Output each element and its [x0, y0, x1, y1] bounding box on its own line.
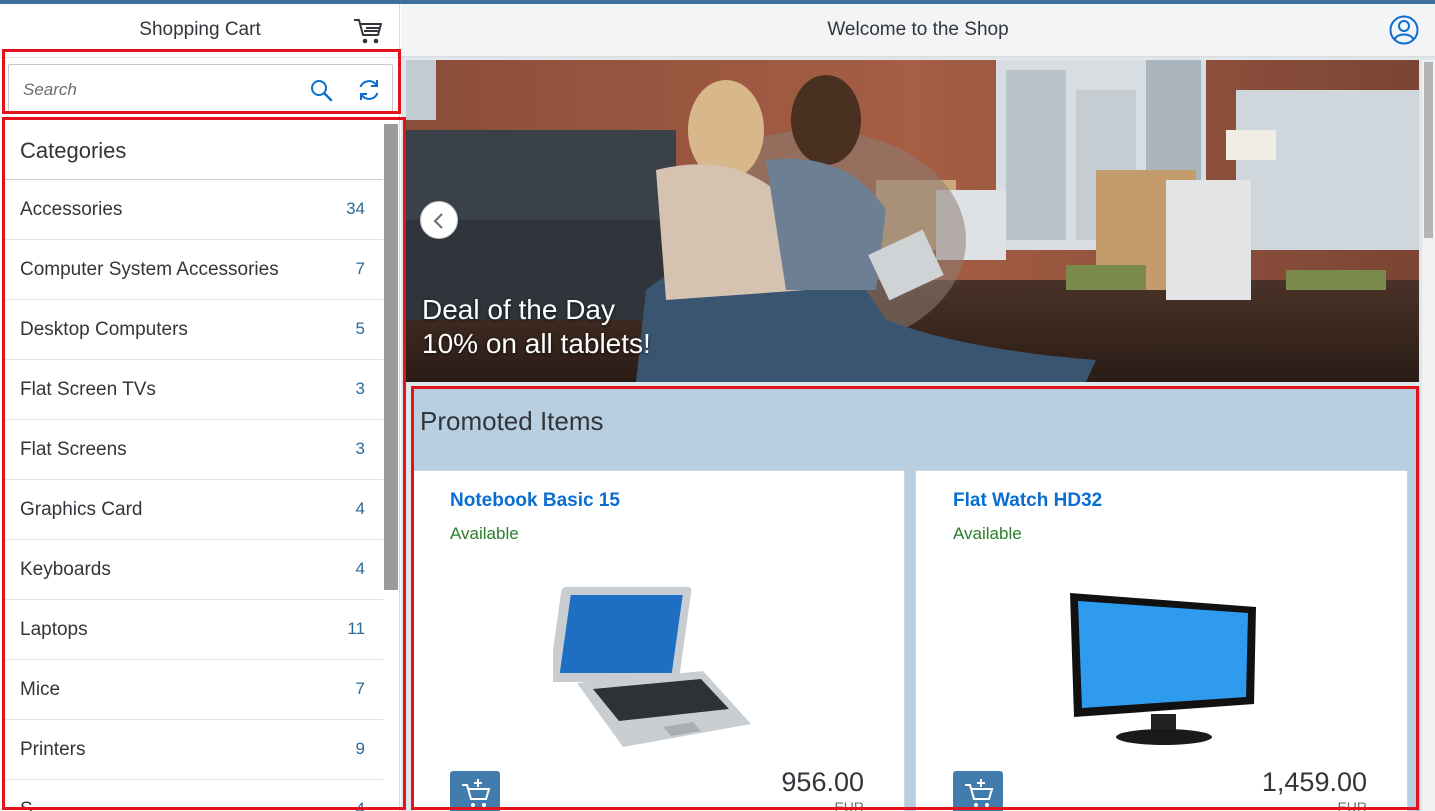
chevron-left-icon: [433, 213, 443, 229]
product-currency: EUR: [834, 799, 864, 811]
search-icon[interactable]: [309, 78, 333, 102]
category-label: Keyboards: [20, 559, 111, 580]
product-name-link[interactable]: Flat Watch HD32: [953, 490, 1102, 512]
add-to-cart-icon: [965, 779, 994, 807]
category-label: Laptops: [20, 619, 88, 640]
category-count: 34: [346, 199, 365, 218]
category-count: 11: [347, 619, 365, 638]
add-to-cart-icon: [462, 779, 491, 807]
category-item-graphics-card[interactable]: Graphics Card 4: [5, 480, 385, 540]
category-count: 7: [355, 259, 365, 278]
search-input[interactable]: Search: [23, 80, 77, 100]
category-item-partial[interactable]: S 4: [5, 780, 385, 811]
category-count: 5: [355, 319, 365, 338]
add-to-cart-button[interactable]: [953, 771, 1003, 811]
category-item-printers[interactable]: Printers 9: [5, 720, 385, 780]
category-label: Graphics Card: [20, 499, 143, 520]
category-count: 7: [355, 679, 365, 698]
category-list: Categories Accessories 34 Computer Syste…: [5, 122, 385, 811]
add-to-cart-button[interactable]: [450, 771, 500, 811]
detail-header: Welcome to the Shop: [401, 4, 1435, 57]
product-availability: Available: [450, 524, 519, 543]
category-label: Flat Screen TVs: [20, 379, 156, 400]
category-count: 4: [355, 499, 365, 518]
product-currency: EUR: [1337, 799, 1367, 811]
page-title: Welcome to the Shop: [827, 19, 1009, 40]
category-scrollbar-thumb[interactable]: [384, 124, 398, 590]
category-item-flat-screen-tvs[interactable]: Flat Screen TVs 3: [5, 360, 385, 420]
category-label: Flat Screens: [20, 439, 127, 460]
category-count: 3: [355, 379, 365, 398]
category-count: 9: [355, 739, 365, 758]
carousel-previous-button[interactable]: [420, 201, 458, 239]
detail-pane: Welcome to the Shop Deal of the Day 10% …: [401, 4, 1435, 811]
category-item-keyboards[interactable]: Keyboards 4: [5, 540, 385, 600]
user-account-icon[interactable]: [1388, 14, 1420, 46]
promoted-items-section: Promoted Items Notebook Basic 15 Availab…: [412, 388, 1420, 811]
product-card[interactable]: Flat Watch HD32 Available 1,459.00 EUR: [915, 470, 1408, 811]
categories-header: Categories: [5, 122, 385, 180]
detail-scrollbar-thumb[interactable]: [1424, 62, 1433, 238]
category-count: 3: [355, 439, 365, 458]
master-title: Shopping Cart: [139, 19, 261, 40]
category-label: Mice: [20, 679, 61, 700]
master-header: Shopping Cart: [0, 4, 399, 58]
master-pane: Shopping Cart Search Categories Accessor…: [0, 4, 400, 811]
category-item-desktop-computers[interactable]: Desktop Computers 5: [5, 300, 385, 360]
category-label: S: [20, 799, 33, 811]
promoted-items-title: Promoted Items: [420, 406, 604, 436]
category-label: Printers: [20, 739, 86, 760]
monitor-image[interactable]: [1056, 579, 1266, 754]
hero-headline: Deal of the Day: [422, 294, 615, 325]
product-availability: Available: [953, 524, 1022, 543]
category-item-accessories[interactable]: Accessories 34: [5, 180, 385, 240]
shopping-cart-icon[interactable]: [352, 16, 384, 46]
category-item-computer-system-accessories[interactable]: Computer System Accessories 7: [5, 240, 385, 300]
category-item-flat-screens[interactable]: Flat Screens 3: [5, 420, 385, 480]
category-label: Desktop Computers: [20, 319, 188, 340]
hero-subline: 10% on all tablets!: [422, 328, 651, 359]
search-field[interactable]: Search: [8, 64, 393, 112]
refresh-icon[interactable]: [356, 77, 382, 103]
laptop-image[interactable]: [549, 579, 763, 754]
product-name-link[interactable]: Notebook Basic 15: [450, 490, 620, 512]
product-price: 1,459.00: [1261, 767, 1367, 797]
category-label: Computer System Accessories: [20, 259, 279, 280]
hero-carousel[interactable]: Deal of the Day 10% on all tablets!: [406, 60, 1419, 382]
category-count: 4: [355, 559, 365, 578]
product-card[interactable]: Notebook Basic 15 Available 956.00 EUR: [412, 470, 905, 811]
category-label: Accessories: [20, 199, 123, 220]
product-price: 956.00: [781, 767, 864, 797]
category-item-mice[interactable]: Mice 7: [5, 660, 385, 720]
category-item-laptops[interactable]: Laptops 11: [5, 600, 385, 660]
category-count: 4: [355, 799, 365, 811]
